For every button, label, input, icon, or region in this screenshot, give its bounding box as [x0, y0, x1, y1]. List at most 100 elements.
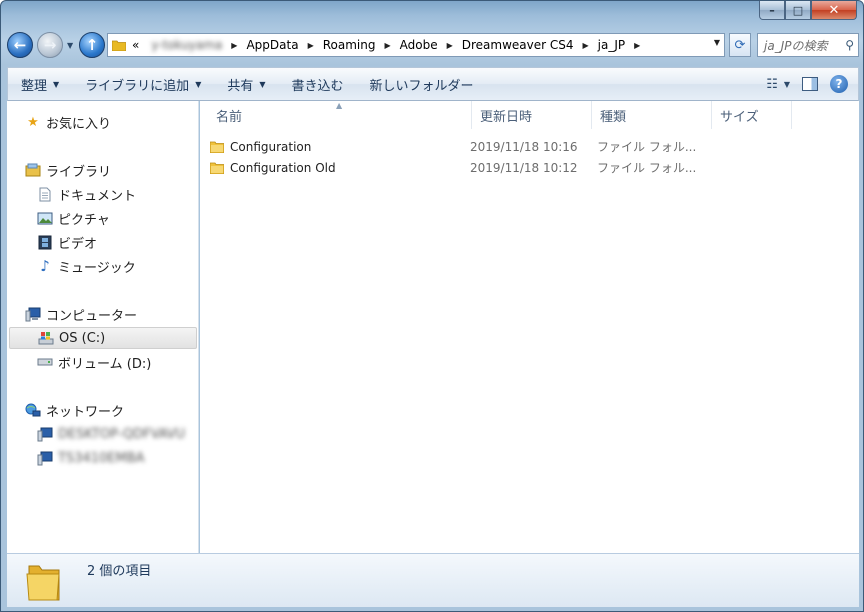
breadcrumb-overflow[interactable]: « — [132, 38, 145, 52]
sidebar-item-label: ピクチャ — [58, 212, 110, 228]
sidebar-item-drive-c[interactable]: OS (C:) — [9, 327, 197, 349]
minimize-button[interactable]: – — [759, 1, 785, 20]
picture-icon — [37, 210, 53, 226]
star-icon: ★ — [27, 114, 39, 130]
sidebar-item-label: ネットワーク — [46, 404, 125, 420]
close-button[interactable]: ✕ — [811, 1, 857, 20]
sidebar-item-videos[interactable]: ビデオ — [37, 231, 227, 253]
drive-icon — [37, 354, 53, 370]
file-name-cell: Configuration — [210, 140, 470, 154]
sidebar-item-music[interactable]: ♪ ミュージック — [37, 255, 227, 277]
computer-icon — [37, 426, 53, 442]
chevron-down-icon: ▼ — [195, 79, 202, 89]
address-bar[interactable]: « y-tokuyama ▶ AppData ▶ Roaming ▶ Adobe… — [107, 33, 725, 57]
burn-button[interactable]: 書き込む — [279, 71, 357, 97]
new-folder-label: 新しいフォルダー — [369, 78, 474, 94]
back-button[interactable]: ← — [7, 32, 33, 58]
chevron-down-icon: ▼ — [783, 79, 790, 89]
share-button[interactable]: 共有 ▼ — [214, 71, 278, 97]
column-header-size[interactable]: サイズ — [712, 101, 792, 129]
breadcrumb-user[interactable]: y-tokuyama — [145, 38, 228, 52]
caption-buttons: – □ ✕ — [759, 1, 857, 21]
forward-button[interactable]: → — [37, 32, 63, 58]
column-header-label: 種類 — [600, 109, 627, 125]
column-header-modified[interactable]: 更新日時 — [472, 101, 592, 129]
file-name-cell: Configuration Old — [210, 161, 470, 175]
maximize-button[interactable]: □ — [785, 1, 811, 20]
sidebar-item-label: DESKTOP-QDFVAVU — [58, 426, 186, 442]
sort-ascending-icon: ▲ — [336, 101, 343, 110]
search-input[interactable]: ja_JPの検索 ⚲ — [757, 33, 859, 57]
organize-button[interactable]: 整理 ▼ — [8, 71, 72, 97]
breadcrumb-adobe[interactable]: Adobe — [394, 38, 444, 52]
breadcrumb-separator-icon[interactable]: ▶ — [444, 41, 456, 50]
add-to-library-button[interactable]: ライブラリに追加 ▼ — [72, 71, 214, 97]
up-button[interactable]: ↑ — [79, 32, 105, 58]
item-count: 2 個の項目 — [87, 564, 152, 579]
details-view-icon: ☷ — [766, 76, 778, 92]
recent-pages-dropdown[interactable]: ▼ — [67, 41, 73, 50]
arrow-left-icon: ← — [13, 36, 27, 54]
file-name: Configuration Old — [230, 160, 336, 175]
share-label: 共有 — [227, 78, 254, 94]
sidebar-item-label: ライブラリ — [46, 164, 112, 180]
sidebar-item-drive-d[interactable]: ボリューム (D:) — [37, 351, 227, 373]
column-header-label: サイズ — [720, 109, 759, 125]
sidebar-item-network-host[interactable]: TS3410EMBA — [37, 447, 227, 469]
file-type: ファイル フォル... — [597, 140, 697, 154]
column-header-type[interactable]: 種類 — [592, 101, 712, 129]
file-row[interactable]: Configuration 2019/11/18 10:16 ファイル フォル.… — [210, 136, 710, 157]
breadcrumb-appdata[interactable]: AppData — [240, 38, 304, 52]
file-row[interactable]: Configuration Old 2019/11/18 10:12 ファイル … — [210, 157, 710, 178]
breadcrumb-separator-icon[interactable]: ▶ — [381, 41, 393, 50]
preview-pane-icon[interactable] — [802, 77, 818, 91]
breadcrumb-roaming[interactable]: Roaming — [317, 38, 382, 52]
help-icon[interactable]: ? — [830, 75, 848, 93]
change-view-button[interactable]: ☷ ▼ — [766, 77, 790, 92]
folder-icon — [112, 40, 126, 51]
library-icon — [25, 162, 41, 178]
network-icon — [25, 402, 41, 418]
sidebar-item-network[interactable]: ネットワーク — [25, 399, 215, 421]
sidebar-item-label: ビデオ — [58, 236, 98, 252]
sidebar-item-computer[interactable]: コンピューター — [25, 303, 215, 325]
address-history-dropdown-icon[interactable]: ▼ — [714, 38, 720, 47]
organize-label: 整理 — [21, 78, 48, 94]
add-to-library-label: ライブラリに追加 — [85, 78, 190, 94]
navigation-pane: ★ お気に入り ライブラリ ドキュメント ピクチャ ビデオ ♪ ミュージック コ… — [7, 101, 199, 553]
file-type: ファイル フォル... — [597, 161, 697, 175]
sidebar-item-network-host[interactable]: DESKTOP-QDFVAVU — [37, 423, 227, 445]
details-pane: 2 個の項目 — [7, 553, 859, 607]
computer-icon — [25, 306, 41, 322]
sidebar-item-label: コンピューター — [46, 308, 138, 324]
film-icon — [37, 234, 53, 250]
breadcrumb-separator-icon[interactable]: ▶ — [228, 41, 240, 50]
column-header-label: 名前 — [216, 109, 243, 125]
search-icon[interactable]: ⚲ — [845, 38, 854, 52]
sidebar-item-pictures[interactable]: ピクチャ — [37, 207, 227, 229]
column-header-row: ▲ 名前 更新日時 種類 サイズ — [200, 101, 859, 129]
breadcrumb-dreamweaver[interactable]: Dreamweaver CS4 — [456, 38, 580, 52]
refresh-icon: ⟳ — [734, 37, 746, 53]
new-folder-button[interactable]: 新しいフォルダー — [357, 71, 487, 97]
file-name: Configuration — [230, 139, 312, 154]
computer-icon — [37, 450, 53, 466]
column-header-name[interactable]: ▲ 名前 — [200, 101, 472, 129]
explorer-window: – □ ✕ ← → ▼ ↑ « y-tokuyama ▶ AppData ▶ R… — [0, 0, 864, 612]
breadcrumb-separator-icon[interactable]: ▶ — [631, 41, 643, 50]
breadcrumb-separator-icon[interactable]: ▶ — [305, 41, 317, 50]
burn-label: 書き込む — [291, 78, 344, 94]
sidebar-item-label: お気に入り — [46, 116, 112, 132]
breadcrumb-ja-jp[interactable]: ja_JP — [592, 38, 631, 52]
breadcrumb-separator-icon[interactable]: ▶ — [580, 41, 592, 50]
sidebar-item-libraries[interactable]: ライブラリ — [25, 159, 215, 181]
sidebar-item-favorites[interactable]: ★ お気に入り — [25, 111, 215, 133]
sidebar-item-label: TS3410EMBA — [58, 450, 145, 466]
sidebar-item-documents[interactable]: ドキュメント — [37, 183, 227, 205]
sidebar-item-label: OS (C:) — [59, 330, 106, 346]
document-icon — [37, 186, 53, 202]
refresh-button[interactable]: ⟳ — [729, 33, 751, 57]
column-header-label: 更新日時 — [480, 109, 533, 125]
folder-icon — [26, 565, 60, 601]
arrow-up-icon: ↑ — [85, 36, 99, 54]
